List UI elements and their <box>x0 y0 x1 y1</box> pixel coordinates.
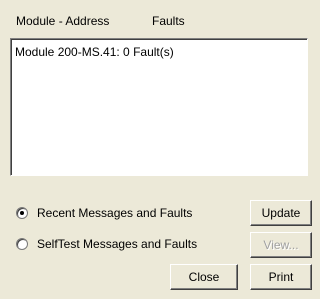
module-fault-list[interactable]: Module 200-MS.41: 0 Fault(s) <box>10 38 308 176</box>
close-button[interactable]: Close <box>170 264 238 290</box>
fault-dialog: Module - Address Faults Module 200-MS.41… <box>0 0 320 299</box>
selftest-messages-option[interactable]: SelfTest Messages and Faults <box>16 235 197 253</box>
recent-messages-option[interactable]: Recent Messages and Faults <box>16 204 192 222</box>
recent-messages-radio[interactable] <box>16 207 28 219</box>
recent-messages-label: Recent Messages and Faults <box>37 206 193 220</box>
faults-header[interactable]: Faults <box>152 14 185 28</box>
update-button[interactable]: Update <box>250 200 312 226</box>
list-item[interactable]: Module 200-MS.41: 0 Fault(s) <box>15 45 174 59</box>
selftest-messages-label: SelfTest Messages and Faults <box>37 237 198 251</box>
module-address-header[interactable]: Module - Address <box>16 14 109 28</box>
view-button[interactable]: View... <box>250 232 312 258</box>
selftest-messages-radio[interactable] <box>16 238 28 250</box>
print-button[interactable]: Print <box>250 264 312 290</box>
column-headers: Module - Address Faults <box>6 8 314 34</box>
